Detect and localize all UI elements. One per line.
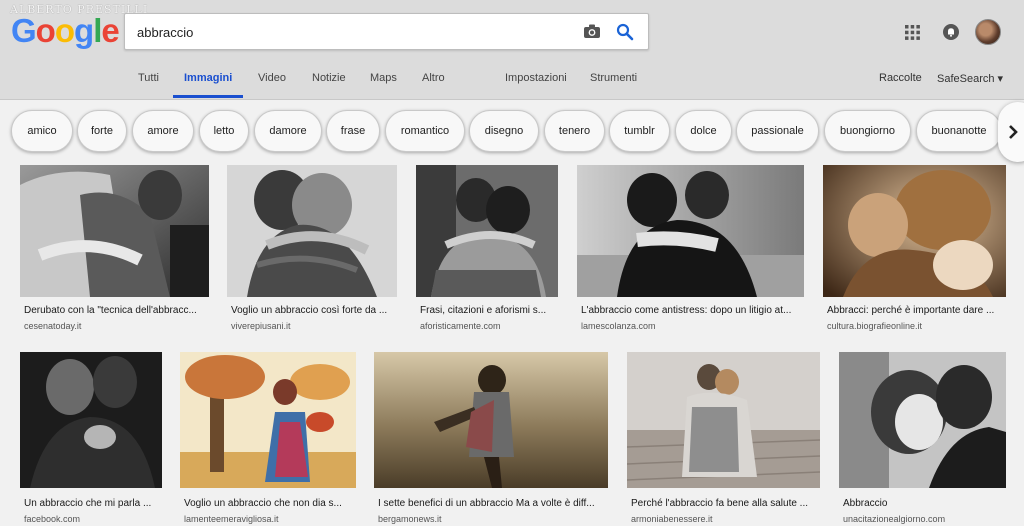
logo-letter: G xyxy=(11,12,37,49)
chip-passionale[interactable]: passionale xyxy=(736,110,819,152)
tab-notizie[interactable]: Notizie xyxy=(312,72,346,98)
avatar[interactable] xyxy=(975,19,1001,45)
settings-link[interactable]: Impostazioni xyxy=(505,72,567,98)
result-title[interactable]: Perché l'abbraccio fa bene alla salute .… xyxy=(631,498,821,509)
result-source: lamescolanza.com xyxy=(581,321,656,331)
result-source: unacitazionealgiorno.com xyxy=(843,514,946,524)
result-card[interactable]: Voglio un abbraccio che non dia s... lam… xyxy=(180,352,356,526)
result-source: cultura.biografieonline.it xyxy=(827,321,923,331)
chip-frase[interactable]: frase xyxy=(326,110,380,152)
result-image[interactable] xyxy=(823,165,1006,297)
logo-letter: g xyxy=(74,12,94,49)
chip-buongiorno[interactable]: buongiorno xyxy=(824,110,911,152)
result-title[interactable]: L'abbraccio come antistress: dopo un lit… xyxy=(581,305,806,316)
tab-tutti[interactable]: Tutti xyxy=(138,72,159,98)
result-image[interactable] xyxy=(180,352,356,488)
result-title[interactable]: Derubato con la "tecnica dell'abbracc... xyxy=(24,305,209,316)
chip-amico[interactable]: amico xyxy=(11,110,73,152)
result-source: cesenatoday.it xyxy=(24,321,82,331)
chevron-right-icon xyxy=(1009,125,1018,139)
result-image[interactable] xyxy=(227,165,397,297)
chip-dolce[interactable]: dolce xyxy=(675,110,732,152)
result-card[interactable]: Voglio un abbraccio così forte da ... vi… xyxy=(227,165,397,335)
logo-letter: e xyxy=(101,12,119,49)
collections-link[interactable]: Raccolte xyxy=(879,72,922,84)
result-title[interactable]: Voglio un abbraccio che non dia s... xyxy=(184,498,358,509)
chips-next-button[interactable] xyxy=(998,102,1024,162)
logo-letter: o xyxy=(54,12,75,49)
chip-buonanotte[interactable]: buonanotte xyxy=(916,110,1002,152)
chip-romantico[interactable]: romantico xyxy=(385,110,465,152)
result-source: bergamonews.it xyxy=(378,514,442,524)
result-card[interactable]: Perché l'abbraccio fa bene alla salute .… xyxy=(627,352,820,526)
chip-letto[interactable]: letto xyxy=(199,110,249,152)
related-searches-bar: amico forte amore letto damore frase rom… xyxy=(0,108,1024,154)
logo-letter: o xyxy=(35,12,56,49)
result-card[interactable]: Frasi, citazioni e aforismi s... aforist… xyxy=(416,165,558,335)
apps-grid-icon[interactable] xyxy=(905,25,920,40)
tab-altro[interactable]: Altro xyxy=(422,72,445,98)
top-bar: ALBERTO PRESTILLI Google Tutti Immagini xyxy=(0,0,1024,100)
result-title[interactable]: Abbracci: perché è importante dare ... xyxy=(827,305,1007,316)
tab-video[interactable]: Video xyxy=(258,72,286,98)
result-image[interactable] xyxy=(839,352,1006,488)
result-image[interactable] xyxy=(416,165,558,297)
result-title[interactable]: I sette benefici di un abbraccio Ma a vo… xyxy=(378,498,610,509)
result-card[interactable]: Abbraccio unacitazionealgiorno.com xyxy=(839,352,1006,526)
result-image[interactable] xyxy=(20,352,162,488)
result-card[interactable]: L'abbraccio come antistress: dopo un lit… xyxy=(577,165,804,335)
result-image[interactable] xyxy=(20,165,209,297)
result-card[interactable]: Un abbraccio che mi parla ... facebook.c… xyxy=(20,352,162,526)
tools-link[interactable]: Strumenti xyxy=(590,72,637,98)
chip-amore[interactable]: amore xyxy=(132,110,194,152)
google-logo[interactable]: Google xyxy=(11,12,120,50)
result-title[interactable]: Abbraccio xyxy=(843,498,1008,509)
chip-tenero[interactable]: tenero xyxy=(544,110,605,152)
notifications-icon[interactable] xyxy=(942,23,960,41)
logo-letter: l xyxy=(93,12,102,49)
result-image[interactable] xyxy=(374,352,608,488)
result-image[interactable] xyxy=(577,165,804,297)
safesearch-dropdown[interactable]: SafeSearch ▾ xyxy=(937,72,1003,85)
result-source: armoniabenessere.it xyxy=(631,514,713,524)
search-box xyxy=(124,13,649,50)
nav-tabs: Tutti Immagini Video Notizie Maps Altro … xyxy=(0,72,660,100)
search-input[interactable] xyxy=(137,22,557,42)
result-title[interactable]: Voglio un abbraccio così forte da ... xyxy=(231,305,399,316)
tab-immagini[interactable]: Immagini xyxy=(173,72,244,98)
search-icon[interactable] xyxy=(616,23,634,41)
result-card[interactable]: I sette benefici di un abbraccio Ma a vo… xyxy=(374,352,608,526)
chip-tumblr[interactable]: tumblr xyxy=(609,110,670,152)
chip-forte[interactable]: forte xyxy=(77,110,127,152)
chip-damore[interactable]: damore xyxy=(254,110,322,152)
result-card[interactable]: Abbracci: perché è importante dare ... c… xyxy=(823,165,1006,335)
result-card[interactable]: Derubato con la "tecnica dell'abbracc...… xyxy=(20,165,209,335)
result-title[interactable]: Frasi, citazioni e aforismi s... xyxy=(420,305,560,316)
result-source: viverepiusani.it xyxy=(231,321,291,331)
tab-maps[interactable]: Maps xyxy=(370,72,397,98)
result-source: lamenteemeravigliosa.it xyxy=(184,514,279,524)
result-title[interactable]: Un abbraccio che mi parla ... xyxy=(24,498,164,509)
camera-icon[interactable] xyxy=(583,23,601,39)
result-source: facebook.com xyxy=(24,514,81,524)
result-source: aforisticamente.com xyxy=(420,321,501,331)
result-image[interactable] xyxy=(627,352,820,488)
chip-disegno[interactable]: disegno xyxy=(469,110,539,152)
